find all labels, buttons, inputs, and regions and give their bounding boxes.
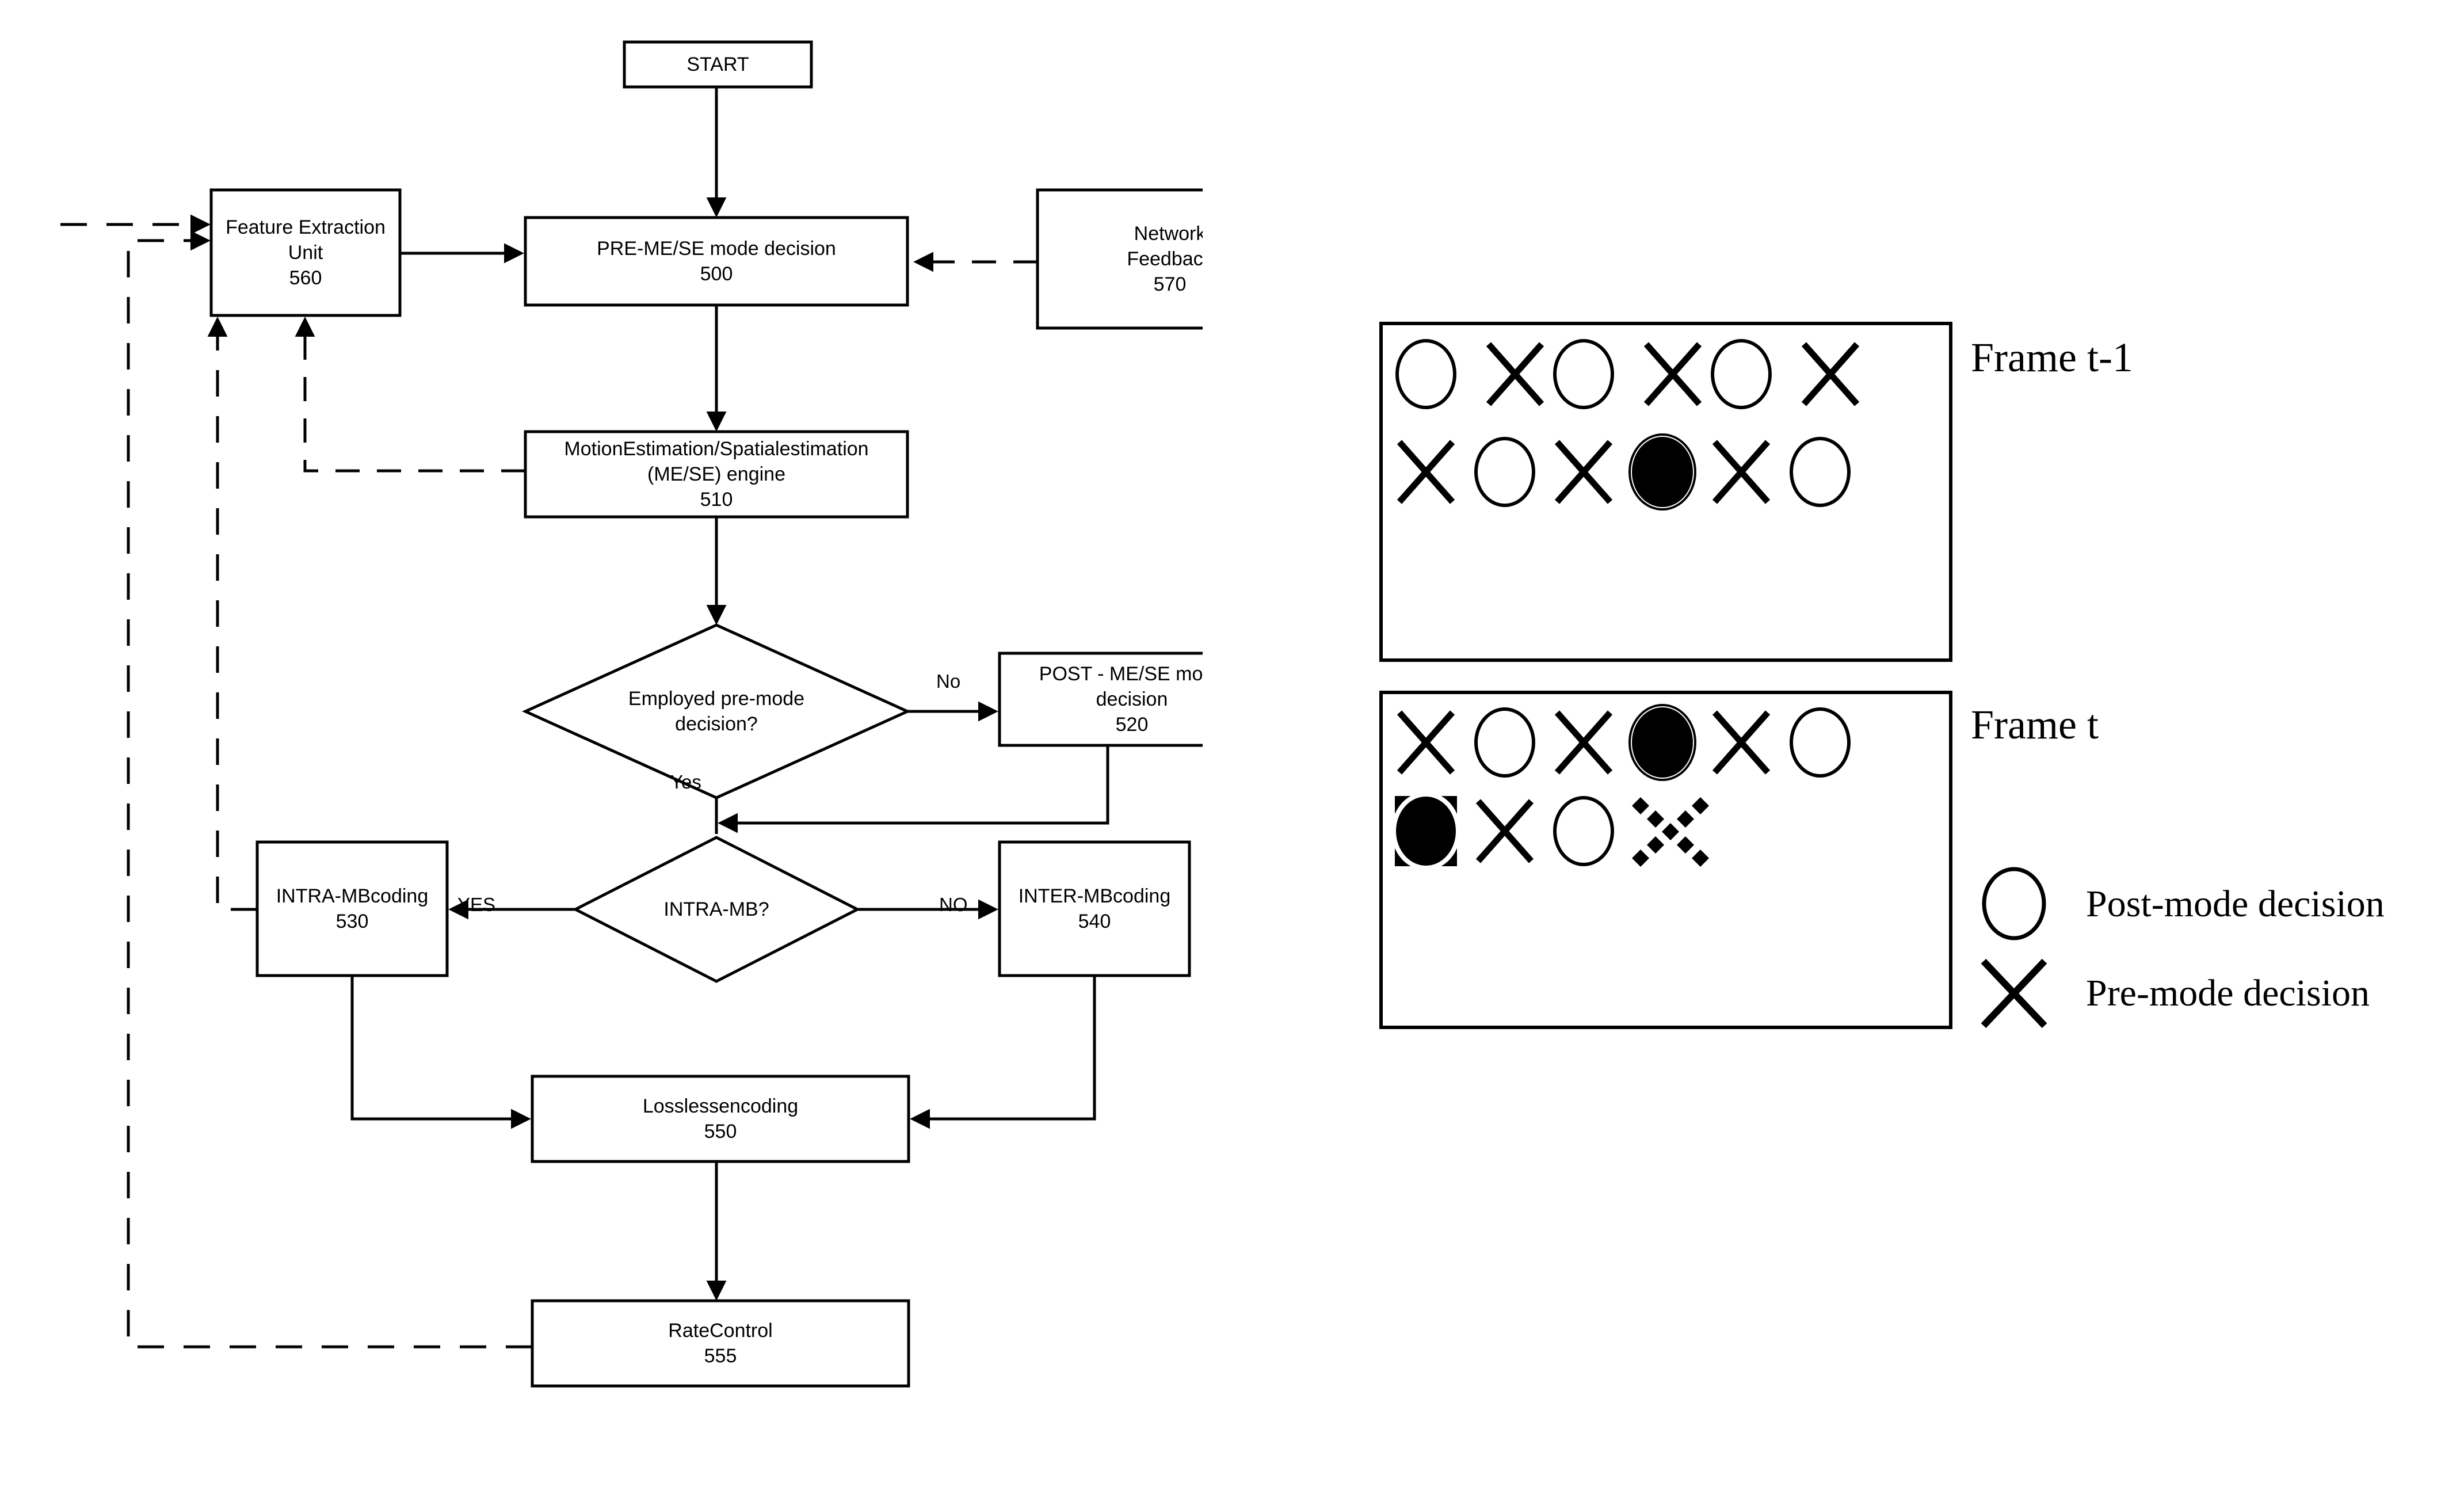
- node-start[interactable]: [623, 40, 813, 89]
- node-intra-mb-coding[interactable]: [255, 840, 449, 977]
- node-feature-extraction-unit[interactable]: [209, 188, 402, 317]
- node-intra-mb-question[interactable]: [572, 836, 861, 983]
- symbol-filled-circle: [1632, 707, 1693, 778]
- edge-intra-to-feature-dashed: [207, 317, 257, 911]
- edge-ratecontrol-to-feature-dashed: [127, 230, 532, 1349]
- legend-label-post-mode-decision: Post-mode decision: [2086, 883, 2385, 925]
- node-employed-pre-mode-decision[interactable]: [521, 623, 911, 799]
- frame-t-minus-1-panel: [1379, 322, 1952, 662]
- node-inter-mb-coding[interactable]: [998, 840, 1191, 977]
- legend-label-pre-mode-decision: Pre-mode decision: [2086, 972, 2370, 1014]
- frame-t-caption: Frame t: [1971, 702, 2099, 748]
- node-me-se-engine[interactable]: [524, 430, 909, 519]
- flowchart-nodes: [209, 40, 1304, 1388]
- edge-label-no-caps: NO: [939, 894, 968, 915]
- figure-canvas: START Feature Extraction Unit 560 PRE-ME…: [0, 0, 2464, 1493]
- frame-t-panel: [1379, 691, 1952, 1029]
- edge-inter-to-lossless: [910, 976, 1096, 1129]
- node-lossless-encoding[interactable]: [531, 1075, 910, 1163]
- edge-engine-to-feature-dashed: [295, 317, 525, 473]
- legend-cross-icon: [1981, 958, 2047, 1029]
- node-pre-me-se-mode-decision[interactable]: [524, 216, 909, 307]
- node-network-feedback[interactable]: [1036, 188, 1304, 330]
- node-post-me-se-mode-decision[interactable]: [998, 652, 1266, 747]
- legend-circle-icon: [1982, 867, 2046, 940]
- legend-symbols: [1981, 867, 2047, 1029]
- edge-label-no: No: [936, 671, 961, 692]
- edge-label-yes: Yes: [670, 771, 701, 793]
- frame-t-minus-1-caption: Frame t-1: [1971, 334, 2133, 380]
- edge-label-yes-caps: YES: [457, 894, 496, 915]
- symbol-filled-circle: [1632, 437, 1693, 507]
- node-rate-control[interactable]: [531, 1299, 910, 1388]
- edge-intra-to-lossless: [350, 976, 531, 1129]
- symbol-filled-circle: [1398, 799, 1454, 863]
